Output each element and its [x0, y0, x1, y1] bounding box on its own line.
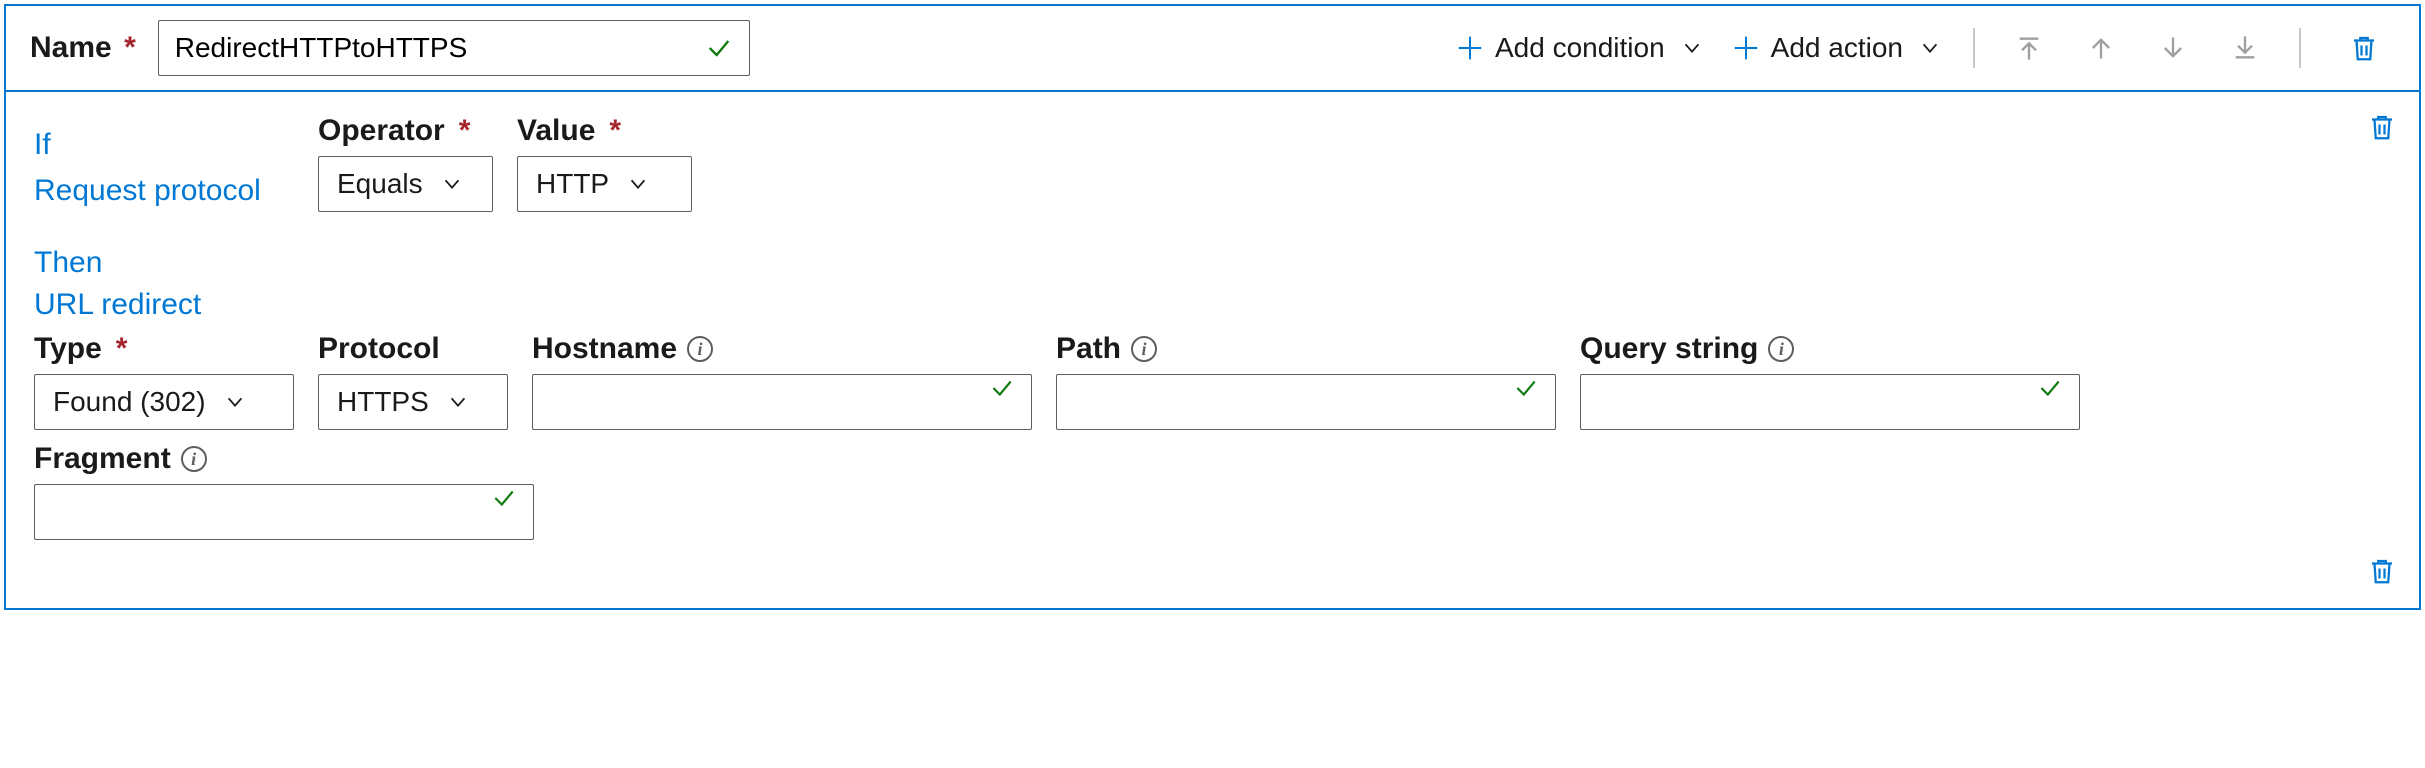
rule-body: If Request protocol Operator * Equals Va…: [6, 92, 2419, 608]
fragment-input[interactable]: [35, 485, 533, 539]
fragment-label: Fragment: [34, 442, 171, 476]
action-row-2: Fragment i: [34, 442, 2395, 540]
querystring-input[interactable]: [1581, 375, 2079, 429]
required-mark: *: [124, 31, 136, 64]
querystring-label: Query string: [1580, 332, 1758, 366]
chevron-down-icon: [1913, 37, 1941, 59]
protocol-select[interactable]: HTTPS: [318, 374, 508, 430]
valid-check-icon: [2037, 375, 2063, 401]
protocol-field: Protocol HTTPS: [318, 332, 508, 430]
redirect-type-label: Type *: [34, 332, 294, 366]
action-row-1: Type * Found (302) Protocol HTTPS: [34, 332, 2395, 430]
add-condition-button[interactable]: Add condition: [1441, 24, 1717, 72]
rule-header: Name * Add condition Add: [6, 6, 2419, 92]
redirect-type-select[interactable]: Found (302): [34, 374, 294, 430]
rule-toolbar: Add condition Add action: [1441, 23, 2397, 73]
action-type-label: URL redirect: [34, 284, 2395, 326]
plus-icon: [1731, 33, 1761, 63]
move-top-button[interactable]: [1993, 26, 2065, 70]
chevron-down-icon: [621, 173, 649, 195]
move-up-button[interactable]: [2065, 26, 2137, 70]
name-input-wrap[interactable]: [158, 20, 750, 76]
rule-panel: Name * Add condition Add: [4, 4, 2421, 610]
value-label: Value *: [517, 114, 692, 148]
path-input-wrap[interactable]: [1056, 374, 1556, 430]
path-input[interactable]: [1057, 375, 1555, 429]
chevron-down-icon: [441, 391, 469, 413]
if-label: If: [34, 124, 294, 166]
name-label: Name *: [30, 31, 136, 65]
querystring-input-wrap[interactable]: [1580, 374, 2080, 430]
redirect-type-field: Type * Found (302): [34, 332, 294, 430]
valid-check-icon: [705, 34, 733, 62]
hostname-input[interactable]: [533, 375, 1031, 429]
separator: [1973, 28, 1975, 68]
querystring-field: Query string i: [1580, 332, 2080, 430]
delete-action-button[interactable]: [2367, 554, 2397, 588]
valid-check-icon: [989, 375, 1015, 401]
condition-section: If Request protocol Operator * Equals Va…: [34, 114, 2395, 212]
fragment-input-wrap[interactable]: [34, 484, 534, 540]
info-icon[interactable]: i: [1768, 336, 1794, 362]
hostname-input-wrap[interactable]: [532, 374, 1032, 430]
info-icon[interactable]: i: [181, 446, 207, 472]
chevron-down-icon: [218, 391, 246, 413]
chevron-down-icon: [435, 173, 463, 195]
delete-condition-button[interactable]: [2367, 110, 2397, 144]
plus-icon: [1455, 33, 1485, 63]
then-label: Then: [34, 242, 2395, 284]
action-header: Then URL redirect: [34, 242, 2395, 326]
move-bottom-button[interactable]: [2209, 26, 2281, 70]
info-icon[interactable]: i: [687, 336, 713, 362]
condition-header: If Request protocol: [34, 124, 294, 212]
operator-select[interactable]: Equals: [318, 156, 493, 212]
hostname-field: Hostname i: [532, 332, 1032, 430]
move-down-button[interactable]: [2137, 26, 2209, 70]
protocol-label: Protocol: [318, 332, 440, 366]
value-select[interactable]: HTTP: [517, 156, 692, 212]
chevron-down-icon: [1675, 37, 1703, 59]
delete-rule-button[interactable]: [2319, 23, 2397, 73]
value-field: Value * HTTP: [517, 114, 692, 212]
separator: [2299, 28, 2301, 68]
valid-check-icon: [491, 485, 517, 511]
hostname-label: Hostname: [532, 332, 677, 366]
add-action-button[interactable]: Add action: [1717, 24, 1955, 72]
operator-label: Operator *: [318, 114, 493, 148]
condition-type-label: Request protocol: [34, 170, 294, 212]
info-icon[interactable]: i: [1131, 336, 1157, 362]
operator-field: Operator * Equals: [318, 114, 493, 212]
path-label: Path: [1056, 332, 1121, 366]
valid-check-icon: [1513, 375, 1539, 401]
name-input[interactable]: [159, 21, 749, 75]
path-field: Path i: [1056, 332, 1556, 430]
fragment-field: Fragment i: [34, 442, 534, 540]
